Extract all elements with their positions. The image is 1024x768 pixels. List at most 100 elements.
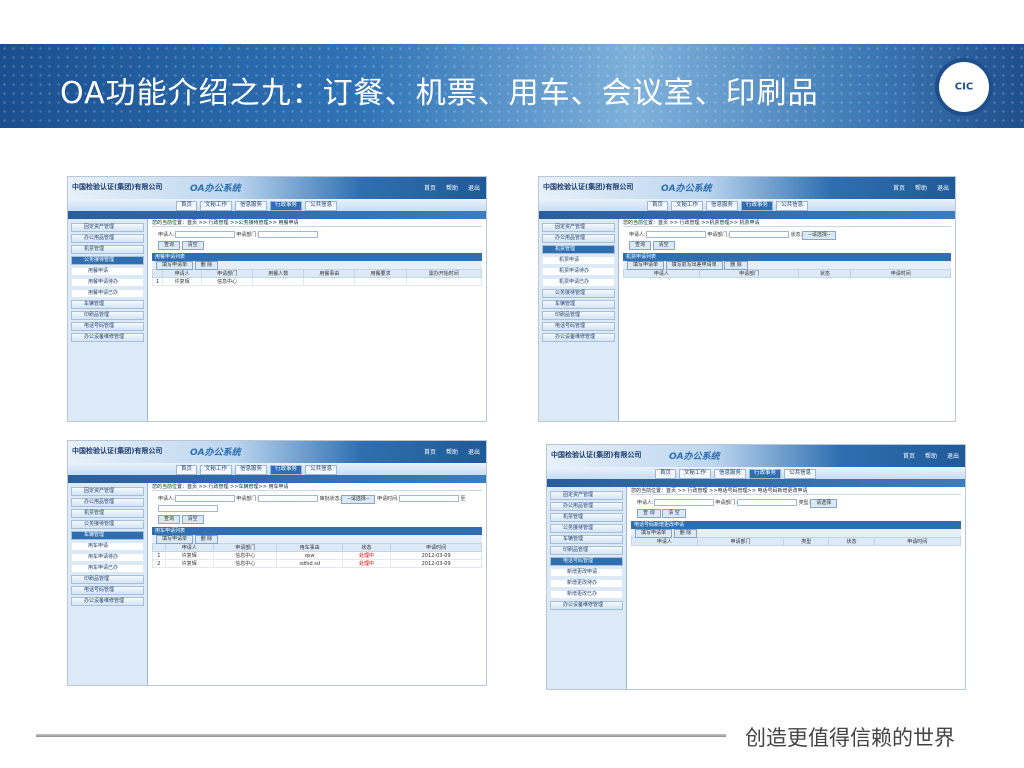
- nav-tab[interactable]: 行政事务: [741, 201, 774, 211]
- form-button[interactable]: 清空: [181, 241, 204, 250]
- form-input[interactable]: [174, 495, 235, 502]
- top-link[interactable]: 退出: [468, 183, 480, 192]
- sidebar-item[interactable]: 办公设备维修管理: [71, 333, 144, 342]
- toolbar-button[interactable]: 填写前写出差申请单: [665, 261, 723, 270]
- sidebar-item[interactable]: 车辆管理: [71, 300, 144, 309]
- sidebar-item[interactable]: 用餐申请待办: [71, 278, 144, 287]
- nav-tab[interactable]: 公共信息: [305, 201, 338, 211]
- sidebar-item[interactable]: 新增更改待办: [550, 579, 623, 588]
- table-row[interactable]: 1 许复辉 信息中心 qsw 处理中 2012-03-09: [152, 551, 482, 560]
- sidebar-item[interactable]: 用餐申请: [71, 267, 144, 276]
- form-button[interactable]: 查询: [158, 241, 181, 250]
- form-button[interactable]: 清空: [652, 241, 675, 250]
- nav-tab[interactable]: 公共信息: [784, 469, 817, 479]
- nav-tab[interactable]: 首页: [176, 201, 198, 211]
- form-input[interactable]: [728, 231, 789, 238]
- sidebar-item[interactable]: 新增更改申请: [550, 568, 623, 577]
- form-button[interactable]: 查询: [629, 241, 652, 250]
- form-input[interactable]: [398, 495, 459, 502]
- form-button[interactable]: 查 询: [637, 509, 661, 518]
- nav-tab[interactable]: 文秘工作: [679, 469, 712, 479]
- sidebar-item[interactable]: 办公设备维修管理: [71, 597, 144, 606]
- sidebar-item[interactable]: 电话号码管理: [542, 322, 615, 331]
- form-input[interactable]: [257, 231, 318, 238]
- toolbar-button[interactable]: 填写申请单: [156, 535, 194, 544]
- sidebar-item[interactable]: 机票管理: [550, 513, 623, 522]
- toolbar-button[interactable]: 填写申请单: [156, 261, 194, 270]
- top-link[interactable]: 帮助: [446, 447, 458, 456]
- nav-tab[interactable]: 文秘工作: [200, 465, 233, 475]
- nav-tab[interactable]: 行政事务: [270, 465, 303, 475]
- sidebar-item[interactable]: 车辆管理: [542, 300, 615, 309]
- top-link[interactable]: 首页: [424, 447, 436, 456]
- sidebar-item[interactable]: 机票申请待办: [542, 267, 615, 276]
- sidebar-item[interactable]: 印刷品管理: [542, 311, 615, 320]
- table-row[interactable]: 2 许复辉 信息中心 sdfsd sd 处理中 2012-03-09: [152, 559, 482, 568]
- sidebar-item[interactable]: 用车申请已办: [71, 564, 144, 573]
- form-button[interactable]: 清 空: [662, 509, 686, 518]
- nav-tab[interactable]: 行政事务: [749, 469, 782, 479]
- sidebar-item[interactable]: 用餐申请已办: [71, 289, 144, 298]
- nav-tab[interactable]: 首页: [647, 201, 669, 211]
- top-link[interactable]: 帮助: [925, 451, 937, 460]
- sidebar-item[interactable]: 公务接待管理: [71, 256, 144, 265]
- nav-tab[interactable]: 信息服务: [235, 201, 268, 211]
- nav-tab[interactable]: 公共信息: [305, 465, 338, 475]
- form-input[interactable]: [653, 499, 714, 506]
- sidebar-item[interactable]: 办公设备维修管理: [542, 333, 615, 342]
- top-link[interactable]: 退出: [468, 447, 480, 456]
- nav-tab[interactable]: 行政事务: [270, 201, 303, 211]
- toolbar-button[interactable]: 删 除: [724, 261, 748, 270]
- nav-tab[interactable]: 信息服务: [706, 201, 739, 211]
- nav-tab[interactable]: 信息服务: [714, 469, 747, 479]
- sidebar-item[interactable]: 办公用品管理: [71, 498, 144, 507]
- sidebar-item[interactable]: 用车申请待办: [71, 553, 144, 562]
- nav-tab[interactable]: 首页: [655, 469, 677, 479]
- form-input[interactable]: [174, 231, 235, 238]
- form-input[interactable]: [736, 499, 797, 506]
- top-link[interactable]: 首页: [893, 183, 905, 192]
- sidebar-item[interactable]: 印刷品管理: [550, 546, 623, 555]
- sidebar-item[interactable]: 固定资产管理: [550, 491, 623, 500]
- nav-tab[interactable]: 文秘工作: [200, 201, 233, 211]
- toolbar-button[interactable]: 删 除: [194, 261, 219, 270]
- toolbar-button[interactable]: 删 除: [673, 529, 698, 538]
- status-select[interactable]: 请选择: [810, 499, 838, 508]
- toolbar-button[interactable]: 删 除: [194, 535, 219, 544]
- sidebar-item[interactable]: 车辆管理: [550, 535, 623, 544]
- top-link[interactable]: 退出: [947, 451, 959, 460]
- top-link[interactable]: 首页: [903, 451, 915, 460]
- sidebar-item[interactable]: 电话号码管理: [71, 586, 144, 595]
- sidebar-item[interactable]: 办公用品管理: [542, 234, 615, 243]
- sidebar-item[interactable]: 车辆管理: [71, 531, 144, 540]
- sidebar-item[interactable]: 电话号码管理: [550, 557, 623, 566]
- sidebar-item[interactable]: 办公用品管理: [71, 234, 144, 243]
- form-button[interactable]: 清空: [181, 515, 204, 524]
- toolbar-button[interactable]: 填写申请单: [627, 261, 665, 270]
- form-button[interactable]: 查询: [158, 515, 181, 524]
- form-input[interactable]: [158, 505, 218, 512]
- sidebar-item[interactable]: 印刷品管理: [71, 575, 144, 584]
- sidebar-item[interactable]: 固定资产管理: [71, 487, 144, 496]
- nav-tab[interactable]: 公共信息: [776, 201, 809, 211]
- sidebar-item[interactable]: 固定资产管理: [542, 223, 615, 232]
- form-input[interactable]: [257, 495, 318, 502]
- sidebar-item[interactable]: 机票申请已办: [542, 278, 615, 287]
- sidebar-item[interactable]: 办公用品管理: [550, 502, 623, 511]
- sidebar-item[interactable]: 机票管理: [71, 245, 144, 254]
- sidebar-item[interactable]: 新增更改已办: [550, 590, 623, 599]
- toolbar-button[interactable]: 填写申请单: [635, 529, 673, 538]
- sidebar-item[interactable]: 机票管理: [71, 509, 144, 518]
- status-select[interactable]: --请选择--: [341, 495, 376, 504]
- sidebar-item[interactable]: 机票申请: [542, 256, 615, 265]
- sidebar-item[interactable]: 印刷品管理: [71, 311, 144, 320]
- sidebar-item[interactable]: 办公设备维修管理: [550, 601, 623, 610]
- table-row[interactable]: 1 许复辉 信息中心: [151, 277, 483, 286]
- nav-tab[interactable]: 文秘工作: [671, 201, 704, 211]
- nav-tab[interactable]: 首页: [176, 465, 198, 475]
- sidebar-item[interactable]: 电话号码管理: [71, 322, 144, 331]
- sidebar-item[interactable]: 公务接待管理: [550, 524, 623, 533]
- nav-tab[interactable]: 信息服务: [235, 465, 268, 475]
- sidebar-item[interactable]: 机票管理: [542, 245, 615, 254]
- top-link[interactable]: 退出: [937, 183, 949, 192]
